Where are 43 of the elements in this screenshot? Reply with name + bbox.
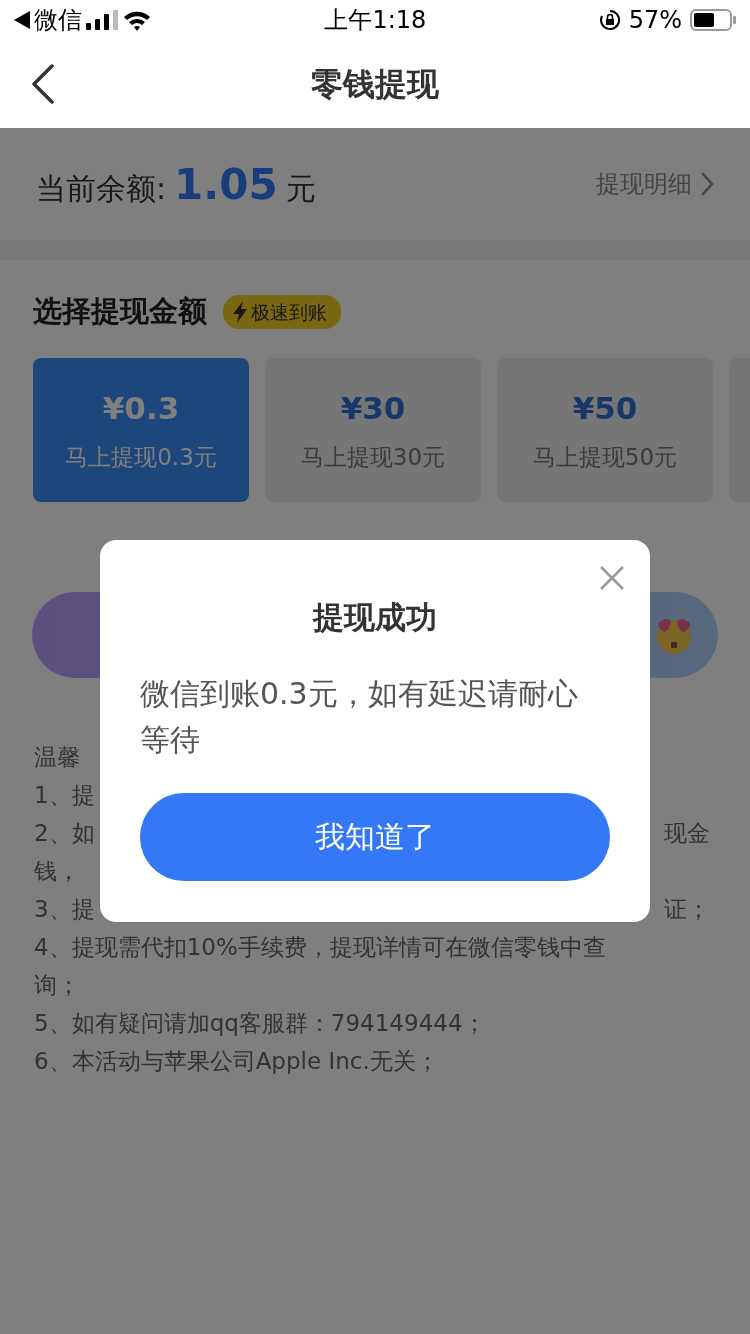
close-button[interactable] [600,566,624,590]
tip-text: 5、如有疑问请加qq客服群：794149444； [34,1008,486,1038]
back-triangle-icon [14,11,30,29]
chevron-right-icon [700,171,714,197]
balance-amount: 1.05 [174,158,278,211]
tip-text: 现金 [664,818,710,848]
tips-heading: 温馨 [34,743,80,770]
tip-text: 3、提 [34,894,95,924]
amount-option[interactable]: ¥30 马上提现30元 [265,357,481,502]
tip-text: 4、提现需代扣10%手续费，提现详情可在微信零钱中查 [34,932,606,962]
close-icon [600,566,624,590]
balance-unit: 元 [285,169,316,208]
option-caption: 马上提现30元 [300,442,446,472]
tip-text: 证； [664,894,710,924]
battery-percent: 57% [628,5,682,36]
option-caption: 马上提现50元 [532,442,678,472]
app-name: 微信 [34,5,82,36]
tip-text: 钱， [34,856,80,886]
dialog-title: 提现成功 [311,598,438,637]
details-link[interactable]: 提现明细 [596,166,714,202]
page-title: 零钱提现 [311,64,439,105]
rotation-lock-icon [598,9,621,31]
back-icon[interactable] [30,64,54,104]
tip-text: 询； [34,970,80,1000]
option-price: ¥0.3 [102,389,180,428]
balance-label: 当前余额: [36,169,167,208]
amount-option[interactable]: ¥0.3 马上提现0.3元 [33,357,249,502]
lightning-icon [233,300,247,323]
badge-text: 极速到账 [251,299,327,325]
tip-text: 1、提 [34,780,95,810]
option-price: ¥30 [340,389,406,428]
section-title: 选择提现金额 [33,293,207,330]
signal-icon [86,10,118,30]
confirm-button[interactable]: 我知道了 [140,792,610,881]
dialog-message: 微信到账0.3元，如有延迟请耐心等待 [140,674,579,759]
amount-option[interactable]: ¥50 马上提现50元 [497,357,713,502]
option-price: ¥50 [572,389,638,428]
option-caption: 马上提现0.3元 [65,442,217,472]
tip-text: 2、如 [34,818,95,848]
wifi-icon [122,9,152,31]
status-time: 上午1:18 [324,6,427,34]
battery-icon [690,9,736,31]
tip-text: 6、本活动与苹果公司Apple Inc.无关； [34,1046,439,1076]
